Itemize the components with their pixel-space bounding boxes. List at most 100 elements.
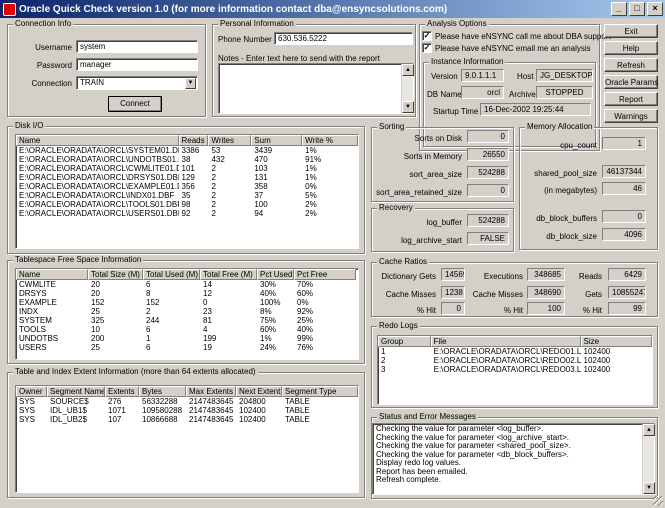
scroll-up-icon[interactable]: ▲ xyxy=(643,424,655,436)
table-row[interactable]: 2 E:\ORACLE\ORADATA\ORCL\REDO02.LOG 102400 xyxy=(378,356,652,365)
shared-pool-label: shared_pool_size xyxy=(534,169,597,178)
column-header[interactable]: Total Used (M) xyxy=(143,269,200,280)
table-row[interactable]: TOOLS 10 6 4 60% 40% xyxy=(16,325,358,334)
phone-label: Phone Number xyxy=(218,35,272,44)
resize-grip-icon[interactable] xyxy=(653,496,663,506)
table-row[interactable]: SYS IDL_UB2$ 107 10866688 2147483645 102400 TA… xyxy=(16,415,358,424)
table-row[interactable]: DRSYS 20 8 12 40% 60% xyxy=(16,289,358,298)
tablespace-title: Tablespace Free Space Information xyxy=(13,255,144,264)
megabytes-label: (in megabytes) xyxy=(544,186,597,195)
username-label: Username xyxy=(35,43,72,52)
column-header[interactable]: Total Size (M) xyxy=(88,269,143,280)
cache-title: Cache Ratios xyxy=(377,257,430,266)
table-row[interactable]: SYSTEM 325 244 81 75% 25% xyxy=(16,316,358,325)
password-field[interactable]: manager xyxy=(76,58,198,71)
column-header[interactable]: Writes xyxy=(208,135,252,146)
table-row[interactable]: E:\ORACLE\ORADATA\ORCL\DRSYS01.DBF 129 2 13… xyxy=(16,173,358,182)
table-row[interactable]: E:\ORACLE\ORADATA\ORCL\CWMLITE01.DBF 101 2… xyxy=(16,164,358,173)
phone-field[interactable]: 630.536.5222 xyxy=(274,32,413,45)
status-title: Status and Error Messages xyxy=(377,412,478,421)
column-header[interactable]: Segment Type xyxy=(282,386,358,397)
table-row[interactable]: UNDOTBS 200 1 199 1% 99% xyxy=(16,334,358,343)
scroll-up-icon[interactable]: ▲ xyxy=(402,64,414,76)
column-header[interactable]: Name xyxy=(16,269,88,280)
table-row[interactable]: 3 E:\ORACLE\ORADATA\ORCL\REDO03.LOG 102400 xyxy=(378,365,652,374)
dict-gets-label: Dictionary Gets xyxy=(381,272,436,281)
connection-select[interactable]: TRAIN ▼ xyxy=(76,76,198,90)
column-header[interactable]: Next Extent xyxy=(236,386,282,397)
table-row[interactable]: SYS SOURCE$ 276 56332288 2147483645 204800 TAB… xyxy=(16,397,358,406)
extents-table[interactable]: Owner Segment Name Extents Bytes Max Ext… xyxy=(15,385,359,493)
redo-table[interactable]: Group File Size 1 E:\ORACLE\ORADATA\ORCL\… xyxy=(377,335,653,405)
column-header[interactable]: Group xyxy=(378,336,431,347)
table-row[interactable]: SYS IDL_UB1$ 1071 109580288 2147483645 102400… xyxy=(16,406,358,415)
table-row[interactable]: 1 E:\ORACLE\ORADATA\ORCL\REDO01.LOG 102400 xyxy=(378,347,652,356)
sorts-disk-value: 0 xyxy=(467,130,509,143)
status-message: Refresh complete. xyxy=(376,475,441,484)
analysis-title: Analysis Options xyxy=(425,19,489,28)
diskio-title: Disk I/O xyxy=(13,121,46,130)
notes-textarea[interactable] xyxy=(218,63,414,114)
table-row[interactable]: USERS 25 6 19 24% 76% xyxy=(16,343,358,352)
column-header[interactable]: Pct Free xyxy=(294,269,356,280)
column-header[interactable]: Segment Name xyxy=(47,386,105,397)
report-button[interactable]: Report xyxy=(604,92,658,106)
status-messages[interactable]: Checking the value for parameter <log_bu… xyxy=(372,423,655,495)
help-button[interactable]: Help xyxy=(604,41,658,55)
tablespace-table[interactable]: Name Total Size (M) Total Used (M) Total… xyxy=(15,268,359,360)
table-row[interactable]: EXAMPLE 152 152 0 100% 0% xyxy=(16,298,358,307)
column-header[interactable]: Sum xyxy=(251,135,303,146)
close-icon[interactable]: × xyxy=(647,2,663,16)
column-header[interactable]: File xyxy=(430,336,581,347)
connection-title: Connection Info xyxy=(13,19,74,28)
table-row[interactable]: E:\ORACLE\ORADATA\ORCL\UNDOTBS01.DBF 38 43… xyxy=(16,155,358,164)
maximize-icon[interactable]: □ xyxy=(629,2,645,16)
hit-2-label: % Hit xyxy=(503,306,523,315)
oracle-params-button[interactable]: Oracle Params xyxy=(604,75,658,89)
column-header[interactable]: Total Free (M) xyxy=(200,269,257,280)
hit-3-label: % Hit xyxy=(582,306,602,315)
column-header[interactable]: Write % xyxy=(302,135,358,146)
chevron-down-icon[interactable]: ▼ xyxy=(185,78,196,89)
column-header[interactable]: Pct Used xyxy=(257,269,294,280)
refresh-button[interactable]: Refresh xyxy=(604,58,658,72)
sort-area-value: 524288 xyxy=(467,166,509,179)
table-row[interactable]: E:\ORACLE\ORADATA\ORCL\USERS01.DBF 92 2 94 2… xyxy=(16,209,358,218)
dbname-value: orcl xyxy=(461,86,504,99)
column-header[interactable]: Name xyxy=(16,135,179,146)
table-row[interactable]: E:\ORACLE\ORADATA\ORCL\EXAMPLE01.DBF 356 2… xyxy=(16,182,358,191)
connect-button[interactable]: Connect xyxy=(108,96,162,112)
scroll-down-icon[interactable]: ▼ xyxy=(402,101,414,113)
table-row[interactable]: CWMLITE 20 6 14 30% 70% xyxy=(16,280,358,289)
email-me-checkbox[interactable]: ✓ xyxy=(422,43,432,53)
megabytes-value: 46 xyxy=(602,182,646,195)
table-row[interactable]: E:\ORACLE\ORADATA\ORCL\SYSTEM01.DBF 3386 5… xyxy=(16,146,358,155)
column-header[interactable]: Extents xyxy=(105,386,139,397)
cpu-count-label: cpu_count xyxy=(560,141,597,150)
table-row[interactable]: E:\ORACLE\ORADATA\ORCL\TOOLS01.DBF 98 2 100… xyxy=(16,200,358,209)
column-header[interactable]: Max Extents xyxy=(186,386,236,397)
warnings-button[interactable]: Warnings xyxy=(604,109,658,123)
column-header[interactable]: Owner xyxy=(16,386,47,397)
column-header[interactable]: Reads xyxy=(178,135,209,146)
archiver-label: Archiver xyxy=(509,90,539,99)
sort-retained-value: 0 xyxy=(467,184,509,197)
executions-label: Executions xyxy=(483,272,523,281)
call-me-checkbox[interactable]: ✓ xyxy=(422,31,432,41)
exit-button[interactable]: Exit xyxy=(604,24,658,38)
username-field[interactable]: system xyxy=(76,40,198,53)
table-row[interactable]: E:\ORACLE\ORADATA\ORCL\INDX01.DBF 35 2 37 5% xyxy=(16,191,358,200)
minimize-icon[interactable]: _ xyxy=(611,2,627,16)
scroll-down-icon[interactable]: ▼ xyxy=(643,482,655,494)
column-header[interactable]: Bytes xyxy=(139,386,186,397)
extents-title: Table and Index Extent Information (more… xyxy=(13,367,258,376)
diskio-table[interactable]: Name Reads Writes Sum Write % E:\ORACLE\… xyxy=(15,134,359,249)
notes-scrollbar[interactable]: ▲ ▼ xyxy=(401,64,414,113)
personal-title: Personal Information xyxy=(218,19,296,28)
cache-misses-1-label: Cache Misses xyxy=(385,290,436,299)
status-scrollbar[interactable]: ▲ ▼ xyxy=(642,424,655,494)
table-row[interactable]: INDX 25 2 23 8% 92% xyxy=(16,307,358,316)
hit-1-value: 0 xyxy=(441,302,465,315)
column-header[interactable]: Size xyxy=(580,336,652,347)
window-title: Oracle Quick Check version 1.0 (for more… xyxy=(19,3,448,15)
